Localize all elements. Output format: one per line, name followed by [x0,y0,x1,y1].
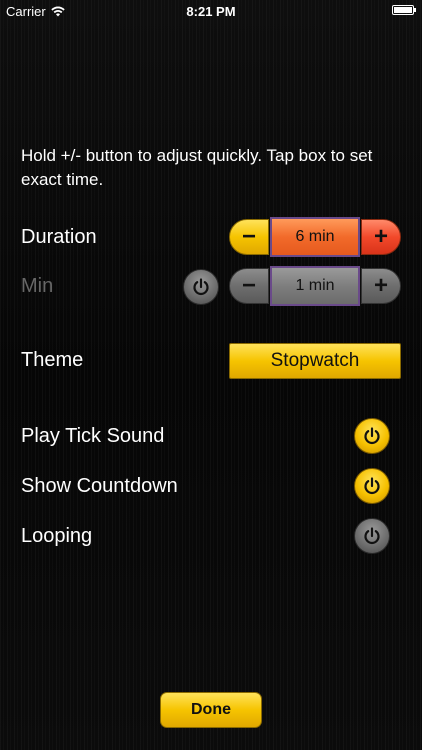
power-icon [364,477,380,495]
theme-label: Theme [21,349,84,371]
show-countdown-toggle[interactable] [354,468,390,504]
min-increment-button[interactable]: + [361,268,401,304]
duration-stepper: − 6 min + [229,217,401,257]
min-label: Min [21,275,54,297]
min-power-toggle[interactable] [183,269,219,305]
status-time: 8:21 PM [186,4,236,19]
theme-select-button[interactable]: Stopwatch [229,343,401,379]
min-stepper: − 1 min + [229,266,401,306]
instructions-text: Hold +/- button to adjust quickly. Tap b… [21,146,373,189]
power-icon [193,278,209,296]
power-icon [364,427,380,445]
toggle-label-show-countdown: Show Countdown [21,475,178,497]
min-value-box[interactable]: 1 min [270,266,360,306]
battery-icon [392,5,416,15]
toggle-label-looping: Looping [21,525,93,547]
duration-increment-button[interactable]: + [361,219,401,255]
done-button[interactable]: Done [160,692,262,728]
duration-label: Duration [21,226,97,248]
looping-toggle[interactable] [354,518,390,554]
toggle-label-tick-sound: Play Tick Sound [21,425,165,447]
duration-decrement-button[interactable]: − [229,219,269,255]
duration-value-box[interactable]: 6 min [270,217,360,257]
min-decrement-button[interactable]: − [229,268,269,304]
status-bar: Carrier 8:21 PM [0,0,422,22]
tick-sound-toggle[interactable] [354,418,390,454]
power-icon [364,527,380,545]
